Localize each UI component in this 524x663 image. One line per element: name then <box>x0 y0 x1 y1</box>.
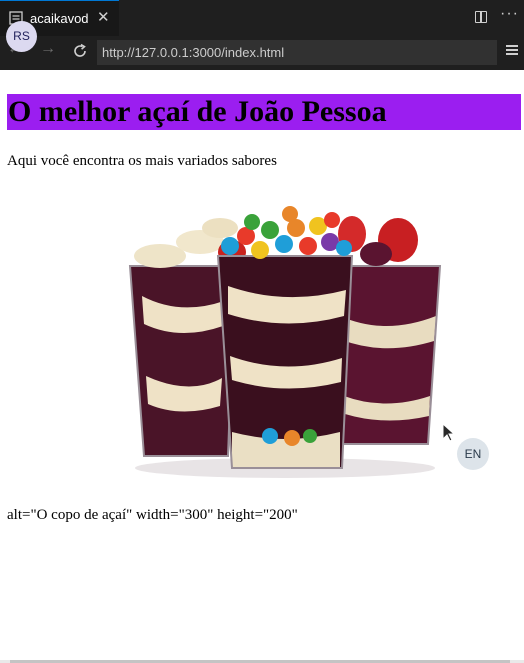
close-icon[interactable]: ✕ <box>97 10 110 25</box>
image-caption: alt="O copo de açaí" width="300" height=… <box>7 507 298 523</box>
mouse-cursor-icon <box>442 423 456 442</box>
split-editor-icon[interactable] <box>475 11 487 23</box>
avatar[interactable]: RS <box>6 21 37 52</box>
page-subtitle: Aqui você encontra os mais variados sabo… <box>7 153 277 169</box>
reload-icon[interactable] <box>72 43 88 59</box>
tab-bar: acaikavod ✕ ··· <box>0 0 524 37</box>
language-badge[interactable]: EN <box>457 438 489 470</box>
page-title: O melhor açaí de João Pessoa <box>7 94 521 130</box>
more-actions-icon[interactable]: ··· <box>500 5 519 23</box>
acai-image <box>128 206 442 478</box>
forward-icon[interactable]: → <box>40 41 56 57</box>
menu-icon[interactable] <box>506 45 518 57</box>
page-content: O melhor açaí de João Pessoa Aqui você e… <box>0 72 524 660</box>
tab-title: acaikavod <box>30 11 89 26</box>
url-bar[interactable]: http://127.0.0.1:3000/index.html <box>97 40 497 65</box>
